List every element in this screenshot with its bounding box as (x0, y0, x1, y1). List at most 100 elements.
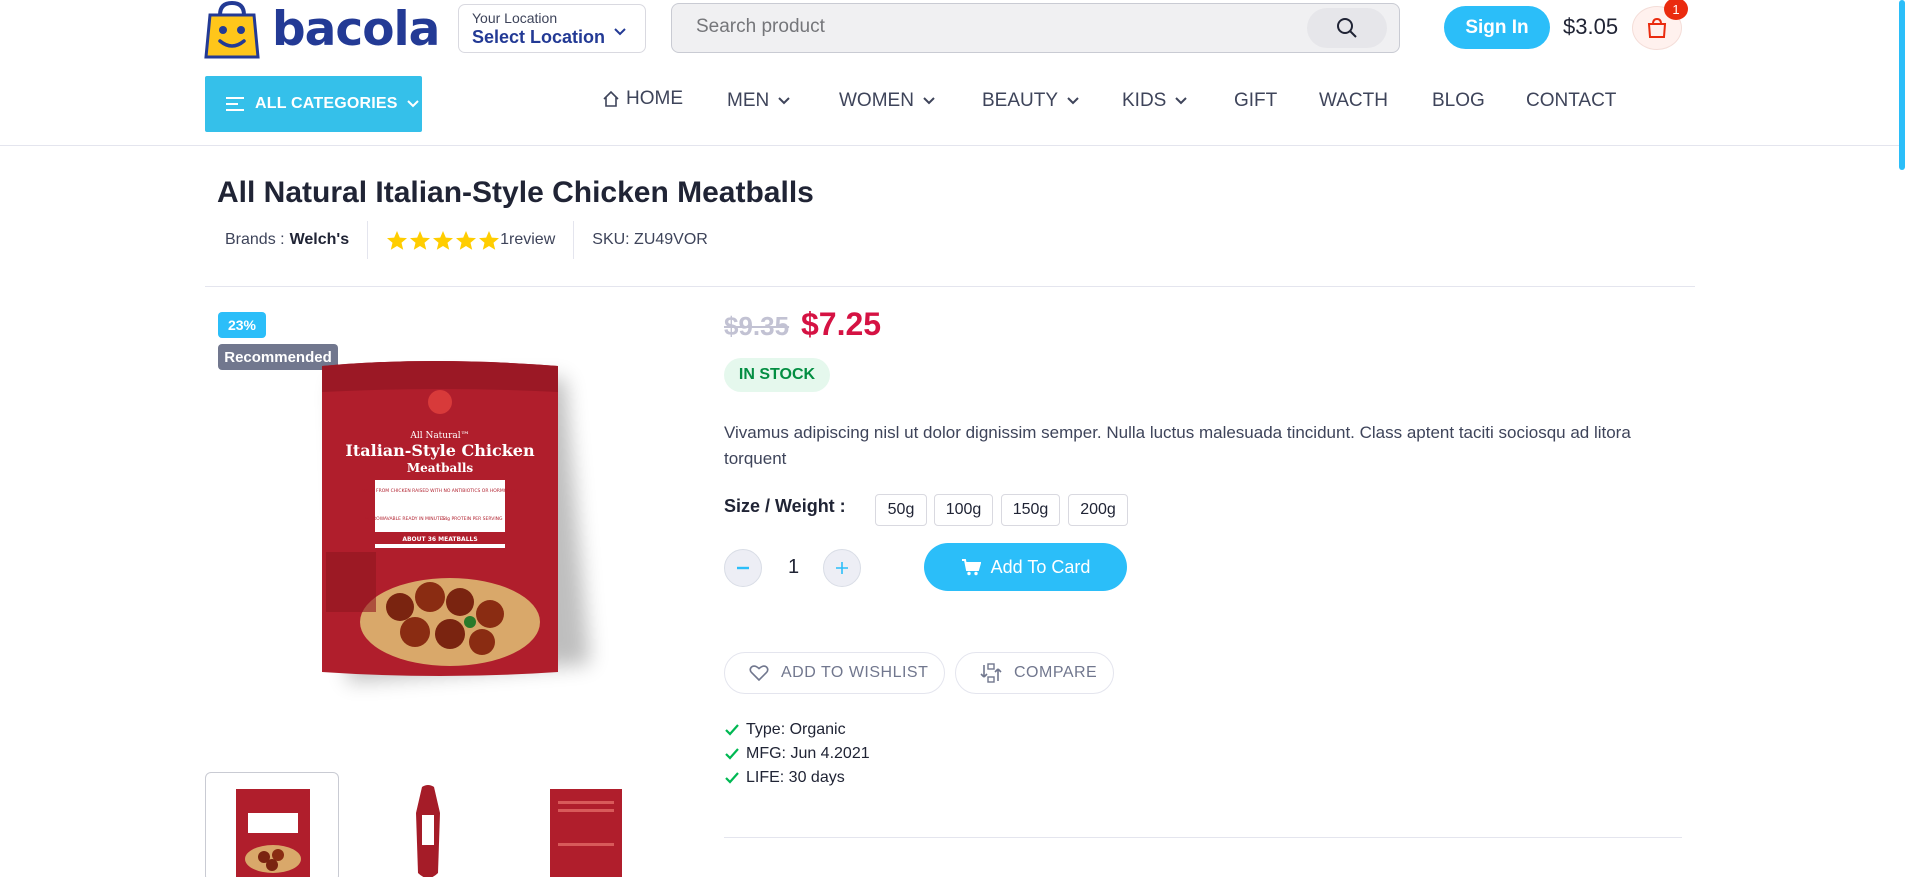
nav-item-kids[interactable]: KIDS (1122, 90, 1188, 112)
heart-icon (749, 665, 769, 682)
size-label: Size / Weight : (724, 496, 846, 516)
cart-total: $3.05 (1563, 14, 1619, 39)
add-to-wishlist-button[interactable]: ADD TO WISHLIST (724, 652, 945, 694)
add-to-cart-button[interactable]: Add To Card (924, 543, 1127, 591)
product-title: All Natural Italian-Style Chicken Meatba… (217, 176, 814, 209)
nav-item-women[interactable]: WOMEN (839, 90, 936, 112)
package-sub: All Natural™ (409, 431, 469, 441)
plus-icon (836, 562, 848, 574)
chevron-down-icon (778, 97, 790, 105)
brand-label: Brands : (225, 231, 285, 248)
shopping-bag-icon (1647, 17, 1667, 38)
nav-item-label: CONTACT (1526, 90, 1617, 111)
nav-item-label: HOME (626, 88, 683, 109)
divider (573, 221, 575, 259)
nav-item-label: GIFT (1234, 90, 1278, 111)
quantity-value[interactable]: 1 (788, 556, 799, 579)
check-icon (725, 724, 739, 736)
divider (367, 221, 369, 259)
thumbnail-3[interactable] (513, 772, 647, 877)
sale-price: $7.25 (801, 306, 882, 342)
chevron-down-icon (923, 97, 935, 105)
nav-item-blog[interactable]: BLOG (1432, 90, 1485, 112)
package-name-2: Meatballs (407, 461, 474, 475)
bag-logo-icon (204, 0, 260, 59)
wishlist-label: ADD TO WISHLIST (781, 664, 929, 681)
package-name: Italian-Style Chicken (345, 441, 535, 460)
attribute-mfg: MFG: Jun 4.2021 (724, 745, 870, 763)
search-icon (1337, 18, 1357, 38)
compare-button[interactable]: COMPARE (955, 652, 1114, 694)
logo-text: bacola (272, 1, 440, 57)
attribute-type: Type: Organic (724, 721, 846, 739)
package-protein: 14g PROTEIN PER SERVING (441, 516, 503, 522)
discount-badge: 23% (218, 312, 266, 338)
divider (724, 837, 1682, 838)
all-categories-label: ALL CATEGORIES (255, 95, 398, 112)
menu-icon (226, 97, 244, 111)
old-price: $9.35 (724, 311, 790, 341)
cart-count-badge: 1 (1664, 0, 1688, 20)
brand-value[interactable]: Welch's (290, 231, 350, 249)
size-option-150g[interactable]: 150g (1001, 494, 1060, 526)
nav-item-men[interactable]: MEN (727, 90, 791, 112)
check-icon (725, 772, 739, 784)
nav-item-label: BLOG (1432, 90, 1485, 111)
stock-status-badge: IN STOCK (724, 358, 830, 392)
nav-item-gift[interactable]: GIFT (1234, 90, 1277, 112)
check-icon (725, 748, 739, 760)
site-header: bacola Your Location Select Location Sig… (0, 0, 1905, 146)
sign-in-button[interactable]: Sign In (1444, 6, 1550, 49)
star-icon (479, 230, 500, 250)
star-icon (387, 230, 408, 250)
attribute-text: LIFE: 30 days (746, 769, 845, 786)
minus-icon (737, 566, 749, 570)
nav-item-label: WACTH (1319, 90, 1388, 111)
thumbnail-2[interactable] (359, 772, 493, 877)
chevron-down-icon (1067, 97, 1079, 105)
product-meta: Brands : Welch's 1review SKU: ZU49VOR (217, 221, 708, 259)
quantity-decrease-button[interactable] (724, 549, 762, 587)
logo[interactable]: bacola (204, 0, 440, 59)
search-button[interactable] (1307, 8, 1387, 48)
size-option-100g[interactable]: 100g (934, 494, 993, 526)
thumbnail-strip (205, 772, 645, 877)
product-main-image[interactable]: All Natural™ Italian-Style Chicken Meatb… (300, 352, 660, 732)
nav-item-watch[interactable]: WACTH (1319, 90, 1388, 112)
search-bar (671, 3, 1400, 53)
nav-item-beauty[interactable]: BEAUTY (982, 90, 1080, 112)
size-option-200g[interactable]: 200g (1068, 494, 1128, 526)
attribute-text: MFG: Jun 4.2021 (746, 745, 870, 762)
rating-stars (386, 230, 500, 251)
star-icon (456, 230, 477, 250)
chevron-down-icon (406, 100, 419, 108)
review-count[interactable]: 1review (500, 231, 555, 249)
compare-icon (980, 663, 1002, 683)
chevron-down-icon (1175, 97, 1188, 105)
nav-item-label: WOMEN (839, 90, 914, 111)
package-ready: MICROWAVABLE READY IN MINUTES (365, 516, 446, 522)
chevron-down-icon (614, 28, 626, 36)
thumbnail-1[interactable] (205, 772, 339, 877)
scrollbar[interactable] (1899, 0, 1905, 170)
nav-item-home[interactable]: HOME (602, 88, 683, 110)
add-to-cart-label: Add To Card (990, 556, 1091, 577)
size-option-50g[interactable]: 50g (875, 494, 927, 526)
sku: SKU: ZU49VOR (592, 231, 708, 248)
attribute-text: Type: Organic (746, 721, 846, 738)
star-icon (433, 230, 454, 250)
nav-item-label: KIDS (1122, 90, 1167, 111)
nav-item-label: BEAUTY (982, 90, 1059, 111)
nav-item-label: MEN (727, 90, 770, 111)
divider (205, 286, 1695, 287)
star-icon (410, 230, 431, 250)
location-selector[interactable]: Your Location Select Location (458, 4, 646, 53)
nav-item-contact[interactable]: CONTACT (1526, 90, 1616, 112)
home-icon (603, 90, 619, 107)
quantity-increase-button[interactable] (823, 549, 861, 587)
product-description: Vivamus adipiscing nisl ut dolor digniss… (724, 423, 1631, 468)
search-input[interactable] (696, 16, 1256, 38)
cart-icon (961, 559, 981, 576)
package-count: ABOUT 36 MEATBALLS (402, 536, 477, 543)
all-categories-button[interactable]: ALL CATEGORIES (205, 76, 422, 132)
